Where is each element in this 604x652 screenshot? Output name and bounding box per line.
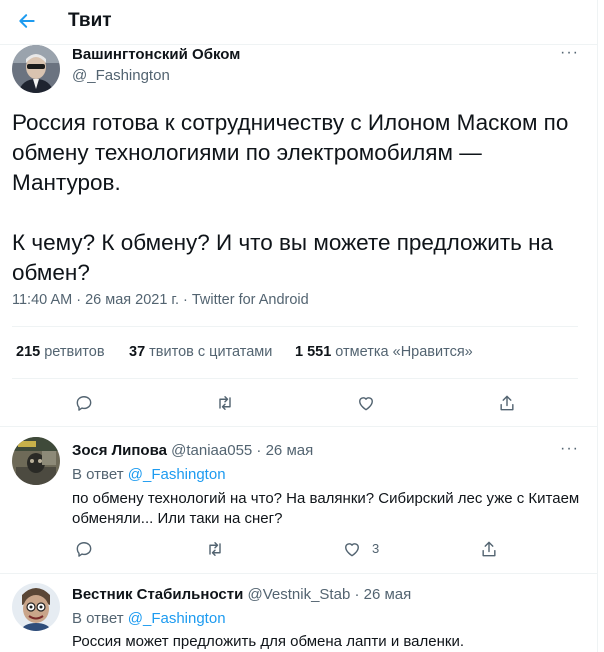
reply-to-line: В ответ @_Fashington <box>72 466 226 483</box>
reply-author-name: Зося Липова <box>72 442 167 459</box>
author-handle[interactable]: @_Fashington <box>72 67 170 84</box>
retweet-button[interactable] <box>213 391 237 415</box>
more-options-icon[interactable]: ··· <box>560 44 579 62</box>
reply-to-prefix: В ответ <box>72 610 124 627</box>
quotes-count: 37 <box>129 344 146 360</box>
header-divider <box>0 44 597 45</box>
quotes-stat[interactable]: 37 твитов с цитатами <box>129 344 272 360</box>
reply-button[interactable] <box>72 391 96 415</box>
retweet-icon <box>209 542 221 556</box>
reply-icon <box>76 542 92 557</box>
reply-to-line: В ответ @_Fashington <box>72 610 226 627</box>
likes-stat[interactable]: 1 551 отметка «Нравится» <box>295 344 473 360</box>
stats-divider <box>12 378 578 379</box>
thread-divider <box>0 426 597 427</box>
reply-more-icon[interactable]: ··· <box>560 440 579 458</box>
page-title: Твит <box>68 10 112 31</box>
tweet-text: Россия готова к сотрудничеству с Илоном … <box>12 110 569 285</box>
author-avatar[interactable] <box>12 45 60 93</box>
retweets-count: 215 <box>16 344 41 360</box>
share-button[interactable] <box>495 391 519 415</box>
reply-icon <box>76 396 92 411</box>
retweets-label: ретвитов <box>44 344 105 360</box>
reply-author-name: Вестник Стабильности <box>72 586 244 603</box>
quotes-label: твитов с цитатами <box>149 344 273 360</box>
reply-like-count: 3 <box>372 541 380 556</box>
reply-avatar[interactable] <box>12 583 60 631</box>
reply-text: по обмену технологий на что? На валянки?… <box>72 490 580 527</box>
retweet-icon <box>219 396 231 410</box>
reply-divider <box>0 573 597 574</box>
reply-author-line[interactable]: Вестник Стабильности @Vestnik_Stab · 26 … <box>72 586 411 603</box>
reply-share-button[interactable] <box>477 537 501 561</box>
share-icon <box>500 395 514 411</box>
reply-author-line[interactable]: Зося Липова @taniaa055 · 26 мая <box>72 442 313 459</box>
reply-to-link[interactable]: @_Fashington <box>128 610 226 627</box>
back-button[interactable] <box>14 8 40 34</box>
reply-handle-time: @Vestnik_Stab · 26 мая <box>247 586 412 603</box>
arrow-left-icon <box>19 14 35 28</box>
reply-reply-button[interactable] <box>72 537 96 561</box>
reply-handle-time: @taniaa055 · 26 мая <box>171 442 314 459</box>
like-button[interactable] <box>354 391 378 415</box>
meta-divider <box>12 326 578 327</box>
reply-avatar[interactable] <box>12 437 60 485</box>
like-icon <box>345 543 359 557</box>
likes-count: 1 551 <box>295 344 332 360</box>
author-name[interactable]: Вашингтонский Обком <box>72 46 240 63</box>
reply-to-link[interactable]: @_Fashington <box>128 466 226 483</box>
likes-label: отметка «Нравится» <box>335 344 473 360</box>
reply-like-button[interactable] <box>340 537 364 561</box>
tweet-page: Твит Вашингтонский Обком @_Fashington ··… <box>0 0 598 652</box>
top-bar: Твит <box>0 0 597 44</box>
reply-text: Россия может предложить для обмена лапти… <box>72 633 465 650</box>
reply-to-prefix: В ответ <box>72 466 124 483</box>
reply-retweet-button[interactable] <box>203 537 227 561</box>
retweets-stat[interactable]: 215 ретвитов <box>16 344 105 360</box>
tweet-meta[interactable]: 11:40 AM · 26 мая 2021 г. · Twitter for … <box>12 292 309 308</box>
share-icon <box>482 541 496 557</box>
like-icon <box>359 397 373 411</box>
